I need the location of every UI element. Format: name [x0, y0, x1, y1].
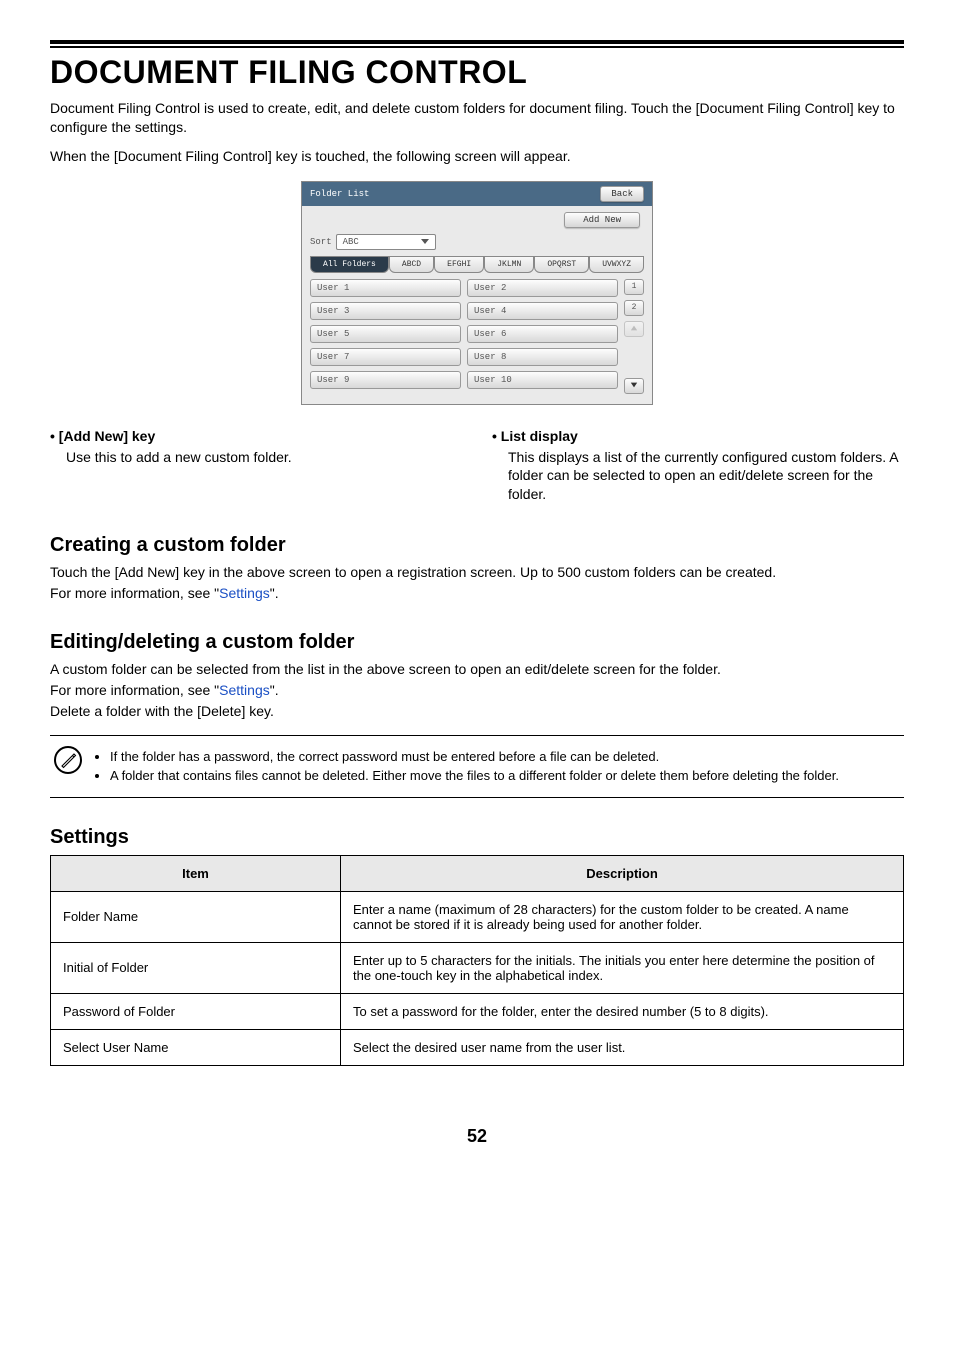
- creating-p2a: For more information, see ": [50, 585, 219, 601]
- scroll-up-button[interactable]: [624, 321, 644, 337]
- arrow-down-icon: [630, 381, 638, 389]
- table-row: Initial of Folder Enter up to 5 characte…: [51, 942, 904, 993]
- panel-title: Folder List: [310, 189, 369, 199]
- cell-desc: Enter a name (maximum of 28 characters) …: [341, 891, 904, 942]
- user-10-button[interactable]: User 10: [467, 371, 618, 389]
- bullet-addnew-head: • [Add New] key: [50, 427, 462, 446]
- table-row: Select User Name Select the desired user…: [51, 1029, 904, 1065]
- settings-link-1[interactable]: Settings: [219, 585, 270, 601]
- screenshot-panel: Folder List Back Add New Sort ABC All Fo…: [301, 181, 653, 405]
- tab-jklmn[interactable]: JKLMN: [484, 256, 534, 273]
- note-2: A folder that contains files cannot be d…: [110, 767, 839, 785]
- user-6-button[interactable]: User 6: [467, 325, 618, 343]
- table-row: Password of Folder To set a password for…: [51, 993, 904, 1029]
- cell-item: Select User Name: [51, 1029, 341, 1065]
- heading-creating: Creating a custom folder: [50, 534, 904, 557]
- sort-label: Sort: [310, 237, 332, 247]
- page-2-button[interactable]: 2: [624, 300, 644, 316]
- sort-value: ABC: [343, 237, 359, 247]
- cell-item: Folder Name: [51, 891, 341, 942]
- intro-p1: Document Filing Control is used to creat…: [50, 99, 904, 137]
- creating-p2b: ".: [270, 585, 279, 601]
- add-new-button[interactable]: Add New: [564, 212, 640, 228]
- tab-all-folders[interactable]: All Folders: [310, 256, 389, 273]
- tab-abcd[interactable]: ABCD: [389, 256, 434, 273]
- bullet-list-body: This displays a list of the currently co…: [508, 448, 904, 505]
- chevron-down-icon: [421, 239, 429, 244]
- cell-desc: To set a password for the folder, enter …: [341, 993, 904, 1029]
- rule-thick: [50, 40, 904, 44]
- user-4-button[interactable]: User 4: [467, 302, 618, 320]
- rule-thin: [50, 46, 904, 48]
- heading-editing: Editing/deleting a custom folder: [50, 631, 904, 654]
- table-row: Folder Name Enter a name (maximum of 28 …: [51, 891, 904, 942]
- note-box: If the folder has a password, the correc…: [50, 735, 904, 798]
- editing-p1: A custom folder can be selected from the…: [50, 660, 904, 679]
- user-1-button[interactable]: User 1: [310, 279, 461, 297]
- settings-table: Item Description Folder Name Enter a nam…: [50, 855, 904, 1066]
- scroll-down-button[interactable]: [624, 378, 644, 394]
- user-3-button[interactable]: User 3: [310, 302, 461, 320]
- cell-desc: Enter up to 5 characters for the initial…: [341, 942, 904, 993]
- page-number: 52: [50, 1126, 904, 1147]
- tab-opqrst[interactable]: OPQRST: [534, 256, 589, 273]
- page-1-button[interactable]: 1: [624, 279, 644, 295]
- heading-settings: Settings: [50, 826, 904, 849]
- user-7-button[interactable]: User 7: [310, 348, 461, 366]
- cell-desc: Select the desired user name from the us…: [341, 1029, 904, 1065]
- back-button[interactable]: Back: [600, 186, 644, 202]
- note-1: If the folder has a password, the correc…: [110, 748, 839, 766]
- panel-titlebar: Folder List Back: [302, 182, 652, 206]
- sort-select[interactable]: ABC: [336, 234, 436, 250]
- intro-p2: When the [Document Filing Control] key i…: [50, 147, 904, 166]
- user-8-button[interactable]: User 8: [467, 348, 618, 366]
- bullet-list-head: • List display: [492, 427, 904, 446]
- editing-p2b: ".: [270, 682, 279, 698]
- creating-p2: For more information, see "Settings".: [50, 584, 904, 603]
- user-2-button[interactable]: User 2: [467, 279, 618, 297]
- user-9-button[interactable]: User 9: [310, 371, 461, 389]
- settings-link-2[interactable]: Settings: [219, 682, 270, 698]
- tab-uvwxyz[interactable]: UVWXYZ: [589, 256, 644, 273]
- bullet-addnew-body: Use this to add a new custom folder.: [66, 448, 462, 467]
- note-icon: [54, 746, 82, 774]
- arrow-up-icon: [630, 324, 638, 332]
- user-5-button[interactable]: User 5: [310, 325, 461, 343]
- cell-item: Password of Folder: [51, 993, 341, 1029]
- tab-efghi[interactable]: EFGHI: [434, 256, 484, 273]
- cell-item: Initial of Folder: [51, 942, 341, 993]
- editing-p3: Delete a folder with the [Delete] key.: [50, 702, 904, 721]
- editing-p2a: For more information, see ": [50, 682, 219, 698]
- page-title: DOCUMENT FILING CONTROL: [50, 54, 904, 91]
- th-desc: Description: [341, 855, 904, 891]
- creating-p1: Touch the [Add New] key in the above scr…: [50, 563, 904, 582]
- th-item: Item: [51, 855, 341, 891]
- editing-p2: For more information, see "Settings".: [50, 681, 904, 700]
